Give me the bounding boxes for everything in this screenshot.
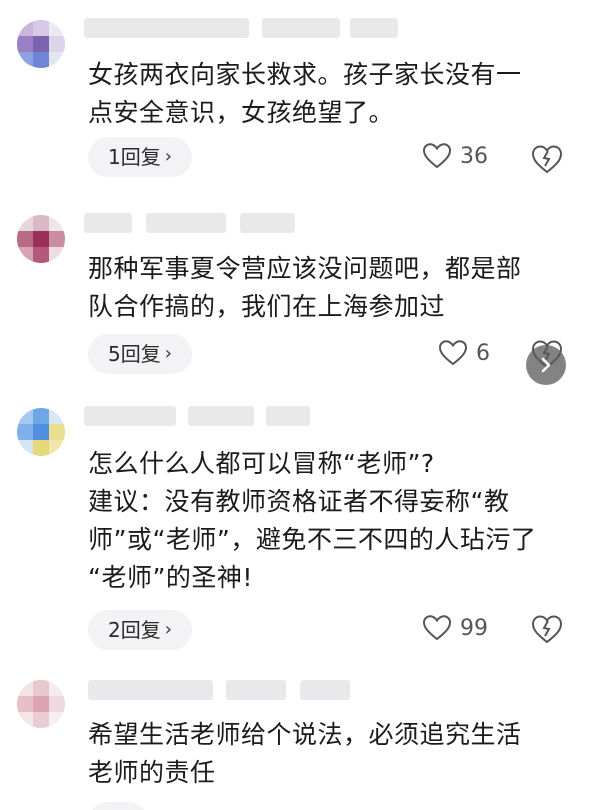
- comment: 希望生活老师给个说法，必须追究生活 老师的责任: [0, 672, 591, 810]
- avatar-pixel: [49, 52, 65, 68]
- avatar-pixel: [17, 20, 33, 36]
- comment: 那种军事夏令营应该没问题吧，都是部 队合作搞的，我们在上海参加过 5回复 › 6: [0, 205, 591, 390]
- like-button[interactable]: 6: [438, 339, 490, 367]
- reply-count-label: 5回复: [108, 342, 161, 366]
- username-blurred[interactable]: [84, 18, 249, 38]
- avatar-pixel: [49, 247, 65, 263]
- user-meta-blurred: [188, 406, 254, 426]
- avatar-pixel: [33, 231, 49, 247]
- avatar-pixel: [17, 231, 33, 247]
- avatar[interactable]: [17, 20, 65, 68]
- avatar-pixel: [33, 424, 49, 440]
- heart-icon: [422, 143, 452, 169]
- comment: 女孩两衣向家长救求。孩子家长没有一 点安全意识，女孩绝望了。 1回复 › 36: [0, 10, 591, 195]
- reply-count-label: 2回复: [108, 618, 161, 642]
- avatar-pixel: [17, 440, 33, 456]
- comment: 怎么什么人都可以冒称“老师”? 建议：没有教师资格证者不得妄称“教 师”或“老师…: [0, 398, 591, 663]
- avatar[interactable]: [17, 408, 65, 456]
- avatar-pixel: [33, 36, 49, 52]
- avatar-pixel: [49, 712, 65, 728]
- avatar-pixel: [33, 215, 49, 231]
- username-blurred[interactable]: [88, 680, 213, 700]
- like-count: 6: [476, 340, 490, 366]
- comment-text: 怎么什么人都可以冒称“老师”? 建议：没有教师资格证者不得妄称“教 师”或“老师…: [88, 449, 537, 592]
- user-meta-blurred: [262, 18, 340, 38]
- comments-page: 女孩两衣向家长救求。孩子家长没有一 点安全意识，女孩绝望了。 1回复 › 36 …: [0, 0, 591, 810]
- avatar-pixel: [33, 408, 49, 424]
- avatar-pixel: [49, 36, 65, 52]
- avatar-pixel: [33, 712, 49, 728]
- like-count: 36: [460, 143, 488, 169]
- avatar-pixel: [17, 696, 33, 712]
- reply-count-label: 1回复: [108, 145, 161, 169]
- like-button[interactable]: 99: [422, 614, 488, 642]
- avatar-pixel: [17, 408, 33, 424]
- user-meta-blurred: [146, 213, 226, 233]
- user-meta-blurred: [300, 680, 350, 700]
- user-meta-blurred: [266, 406, 310, 426]
- avatar-pixel: [49, 440, 65, 456]
- comment-text: 那种军事夏令营应该没问题吧，都是部 队合作搞的，我们在上海参加过: [88, 254, 522, 321]
- avatar-pixel: [33, 52, 49, 68]
- user-meta-blurred: [226, 680, 286, 700]
- chevron-right-icon: ›: [164, 343, 172, 364]
- chevron-right-icon: [541, 357, 551, 373]
- reply-count-button[interactable]: [88, 802, 148, 810]
- avatar[interactable]: [17, 680, 65, 728]
- avatar-pixel: [33, 20, 49, 36]
- avatar-pixel: [49, 424, 65, 440]
- avatar-pixel: [17, 247, 33, 263]
- heart-icon: [438, 340, 468, 366]
- avatar-pixel: [49, 680, 65, 696]
- avatar-pixel: [33, 696, 49, 712]
- username-blurred[interactable]: [84, 406, 176, 426]
- chevron-right-icon: ›: [164, 619, 172, 640]
- comment-text: 女孩两衣向家长救求。孩子家长没有一 点安全意识，女孩绝望了。: [88, 60, 522, 127]
- avatar[interactable]: [17, 215, 65, 263]
- user-meta-blurred: [240, 213, 295, 233]
- avatar-pixel: [17, 52, 33, 68]
- avatar-pixel: [33, 247, 49, 263]
- avatar-pixel: [17, 36, 33, 52]
- dislike-icon[interactable]: [530, 142, 564, 176]
- dislike-icon[interactable]: [530, 612, 564, 646]
- avatar-pixel: [33, 680, 49, 696]
- comment-text: 希望生活老师给个说法，必须追究生活 老师的责任: [88, 720, 522, 787]
- avatar-pixel: [49, 408, 65, 424]
- avatar-pixel: [17, 424, 33, 440]
- avatar-pixel: [49, 231, 65, 247]
- like-button[interactable]: 36: [422, 142, 488, 170]
- avatar-pixel: [33, 440, 49, 456]
- user-meta-blurred: [350, 18, 398, 38]
- reply-count-button[interactable]: 2回复 ›: [88, 610, 192, 650]
- chevron-right-icon: ›: [164, 146, 172, 167]
- reply-count-button[interactable]: 1回复 ›: [88, 137, 192, 177]
- avatar-pixel: [17, 215, 33, 231]
- next-arrow-button[interactable]: [526, 345, 566, 385]
- like-count: 99: [460, 615, 488, 641]
- username-blurred[interactable]: [84, 213, 132, 233]
- avatar-pixel: [49, 215, 65, 231]
- heart-icon: [422, 615, 452, 641]
- avatar-pixel: [49, 20, 65, 36]
- reply-count-button[interactable]: 5回复 ›: [88, 334, 192, 374]
- avatar-pixel: [17, 680, 33, 696]
- avatar-pixel: [49, 696, 65, 712]
- avatar-pixel: [17, 712, 33, 728]
